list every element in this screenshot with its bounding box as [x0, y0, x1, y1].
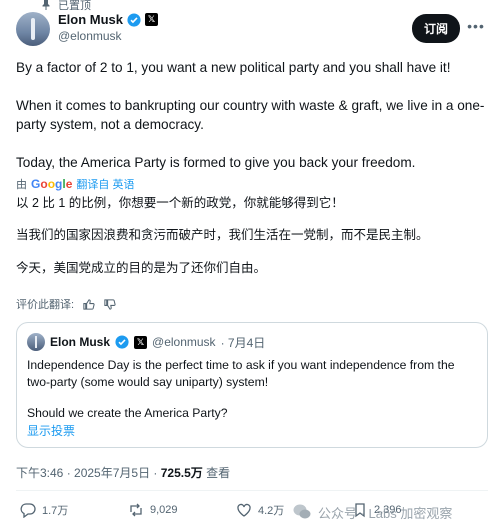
tweet-paragraph: When it comes to bankrupting our country…: [16, 98, 485, 132]
translation-attribution: 由 Google 翻译自 英语: [16, 176, 134, 192]
heart-icon: [237, 503, 251, 517]
author-name[interactable]: Elon Musk: [58, 12, 123, 27]
quoted-text: Independence Day is the perfect time to …: [27, 357, 477, 436]
divider: [16, 490, 488, 491]
quoted-tweet-header: Elon Musk 𝕏 @elonmusk · 7月4日: [27, 333, 265, 351]
repost-button[interactable]: 9,029: [128, 502, 178, 518]
quoted-author-name: Elon Musk: [50, 335, 111, 349]
quoted-avatar: [27, 333, 45, 351]
tweet-timestamp: 下午3:46 · 2025年7月5日 · 725.5万 查看: [16, 464, 230, 481]
quoted-date: · 7月4日: [220, 335, 266, 350]
view-label: 查看: [202, 466, 231, 480]
quoted-paragraph: Independence Day is the perfect time to …: [27, 358, 455, 389]
author-block: Elon Musk 𝕏 @elonmusk: [58, 12, 159, 43]
repost-count: 9,029: [150, 504, 178, 516]
tweet-paragraph: By a factor of 2 to 1, you want a new po…: [16, 60, 451, 75]
thumbs-down-icon[interactable]: [103, 298, 116, 311]
quoted-tweet[interactable]: Elon Musk 𝕏 @elonmusk · 7月4日 Independenc…: [16, 322, 488, 448]
quoted-paragraph: Should we create the America Party?: [27, 406, 228, 420]
rate-translation-label: 评价此翻译:: [16, 299, 75, 311]
view-count: 725.5万: [160, 466, 203, 480]
x-affiliation-icon: 𝕏: [134, 335, 148, 349]
reply-count: 1.7万: [42, 505, 69, 517]
quoted-author-handle: @elonmusk: [152, 335, 216, 349]
reply-button[interactable]: 1.7万: [20, 502, 68, 518]
show-poll-link[interactable]: 显示投票: [27, 422, 75, 439]
repost-icon: [130, 503, 142, 517]
like-count: 4.2万: [258, 505, 285, 517]
tweet-time[interactable]: 下午3:46 · 2025年7月5日 ·: [16, 466, 161, 480]
watermark: 公众号 · Labs 加密观察: [292, 502, 452, 522]
tweet-text: By a factor of 2 to 1, you want a new po…: [16, 58, 488, 172]
tweet-header: Elon Musk 𝕏 @elonmusk 订阅 •••: [16, 10, 488, 50]
wechat-icon: [293, 504, 311, 519]
rate-translation: 评价此翻译:: [16, 296, 116, 312]
tweet-paragraph: Today, the America Party is formed to gi…: [16, 155, 416, 170]
verified-icon: [115, 335, 129, 349]
verified-icon: [127, 12, 141, 27]
translation-paragraph: 今天，美国党成立的目的是为了还你们自由。: [16, 261, 267, 275]
more-options-icon[interactable]: •••: [464, 14, 488, 38]
translated-from-link[interactable]: 翻译自 英语: [76, 176, 134, 192]
subscribe-button[interactable]: 订阅: [411, 14, 460, 43]
translation-paragraph: 以 2 比 1 的比例，你想要一个新的政党，你就能够得到它！: [16, 196, 344, 210]
avatar[interactable]: [16, 12, 50, 46]
translated-by-label: 由: [16, 179, 27, 191]
translation-paragraph: 当我们的国家因浪费和贪污而破产时，我们生活在一党制，而不是民主制。: [16, 228, 429, 242]
author-handle[interactable]: @elonmusk: [58, 29, 158, 43]
reply-icon: [20, 503, 36, 518]
thumbs-up-icon[interactable]: [82, 298, 95, 311]
watermark-text: 公众号 · Labs 加密观察: [318, 505, 453, 521]
like-button[interactable]: 4.2万: [236, 502, 284, 518]
x-affiliation-icon: 𝕏: [145, 13, 159, 26]
google-logo: Google: [31, 177, 73, 191]
